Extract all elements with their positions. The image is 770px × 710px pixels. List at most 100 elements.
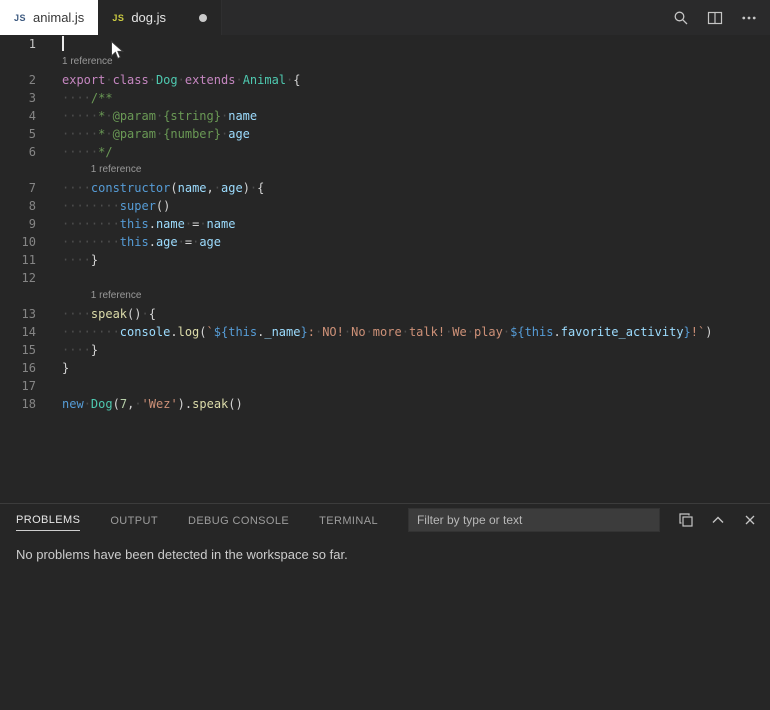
code-text[interactable]: ········this.age·=·age xyxy=(48,233,770,251)
code-token: · xyxy=(467,325,474,339)
code-token: ····· xyxy=(62,127,98,141)
code-token: } xyxy=(91,343,98,357)
code-token: age xyxy=(228,127,250,141)
code-token: { xyxy=(149,307,156,321)
line-number[interactable]: 1 xyxy=(0,35,48,53)
code-text[interactable]: ········console.log(`${this._name}:·NO!·… xyxy=(48,323,770,341)
code-token: { xyxy=(293,73,300,87)
code-token: _name xyxy=(264,325,300,339)
line-number[interactable]: 6 xyxy=(0,143,48,161)
panel-actions xyxy=(678,512,758,528)
tab-debug-console[interactable]: DEBUG CONSOLE xyxy=(188,510,289,531)
code-text[interactable] xyxy=(48,35,770,53)
codelens-link[interactable]: 1 reference xyxy=(48,53,770,71)
code-text[interactable]: ····} xyxy=(48,341,770,359)
overlapping-windows-icon[interactable] xyxy=(678,512,694,528)
code-token: /** xyxy=(91,91,113,105)
line-number[interactable]: 7 xyxy=(0,179,48,197)
line-number[interactable]: 4 xyxy=(0,107,48,125)
code-text[interactable]: ····/** xyxy=(48,89,770,107)
line-number[interactable] xyxy=(0,161,48,179)
code-token: No xyxy=(351,325,365,339)
line-number[interactable]: 11 xyxy=(0,251,48,269)
code-text[interactable]: new·Dog(7,·'Wez').speak() xyxy=(48,395,770,413)
code-text[interactable]: ········super() xyxy=(48,197,770,215)
tab-output[interactable]: OUTPUT xyxy=(110,510,158,531)
line-number[interactable]: 14 xyxy=(0,323,48,341)
code-token: : xyxy=(308,325,315,339)
codelens-link[interactable]: 1 reference xyxy=(48,287,770,305)
code-text[interactable] xyxy=(48,377,770,395)
vscode-window: JS animal.js JS dog.js xyxy=(0,0,770,710)
code-text[interactable] xyxy=(48,269,770,287)
code-row: 1 xyxy=(0,35,770,53)
code-row: 15····} xyxy=(0,341,770,359)
code-token: } xyxy=(62,361,69,375)
line-number[interactable]: 12 xyxy=(0,269,48,287)
line-number[interactable]: 17 xyxy=(0,377,48,395)
code-token: · xyxy=(199,217,206,231)
js-file-icon: JS xyxy=(112,13,124,23)
tab-terminal[interactable]: TERMINAL xyxy=(319,510,378,531)
unsaved-indicator-dot[interactable] xyxy=(199,14,207,22)
code-text[interactable]: ·····*/ xyxy=(48,143,770,161)
code-token: ····· xyxy=(62,145,98,159)
panel-header: PROBLEMS OUTPUT DEBUG CONSOLE TERMINAL xyxy=(0,504,770,536)
line-number[interactable]: 18 xyxy=(0,395,48,413)
code-editor[interactable]: 11 reference2export·class·Dog·extends·An… xyxy=(0,35,770,503)
more-actions-icon[interactable] xyxy=(741,10,757,26)
line-number[interactable]: 16 xyxy=(0,359,48,377)
line-number[interactable]: 15 xyxy=(0,341,48,359)
code-token: constructor xyxy=(91,181,170,195)
code-token: name xyxy=(228,109,257,123)
code-token: this xyxy=(120,235,149,249)
line-number[interactable]: 3 xyxy=(0,89,48,107)
code-token: · xyxy=(105,109,112,123)
code-token: · xyxy=(185,217,192,231)
split-editor-icon[interactable] xyxy=(707,10,723,26)
code-token: Dog xyxy=(156,73,178,87)
code-token: ${ xyxy=(214,325,228,339)
line-number[interactable]: 2 xyxy=(0,71,48,89)
close-icon[interactable] xyxy=(742,512,758,528)
code-token: ····· xyxy=(62,109,98,123)
code-row: 18new·Dog(7,·'Wez').speak() xyxy=(0,395,770,413)
js-file-icon: JS xyxy=(14,13,26,23)
line-number[interactable]: 10 xyxy=(0,233,48,251)
code-token: age xyxy=(199,235,221,249)
code-token: . xyxy=(149,217,156,231)
codelens-link[interactable]: 1 reference xyxy=(48,161,770,179)
line-number[interactable]: 8 xyxy=(0,197,48,215)
code-token: {string} xyxy=(163,109,221,123)
editor-tab-bar: JS animal.js JS dog.js xyxy=(0,0,770,35)
code-token: ) xyxy=(178,397,185,411)
code-token: { xyxy=(257,181,264,195)
tab-dog-js[interactable]: JS dog.js xyxy=(98,0,222,35)
code-text[interactable]: ········this.name·=·name xyxy=(48,215,770,233)
tab-problems[interactable]: PROBLEMS xyxy=(16,509,80,531)
code-text[interactable]: } xyxy=(48,359,770,377)
panel-body: No problems have been detected in the wo… xyxy=(0,536,770,573)
code-token: = xyxy=(185,235,192,249)
code-text[interactable]: ·····*·@param·{string}·name xyxy=(48,107,770,125)
code-text[interactable]: ····} xyxy=(48,251,770,269)
chevron-up-icon[interactable] xyxy=(710,512,726,528)
line-number[interactable]: 5 xyxy=(0,125,48,143)
code-text[interactable]: ····speak()·{ xyxy=(48,305,770,323)
code-text[interactable]: ····constructor(name,·age)·{ xyxy=(48,179,770,197)
code-token: age xyxy=(221,181,243,195)
line-number[interactable]: 9 xyxy=(0,215,48,233)
code-token: ! xyxy=(691,325,698,339)
line-number[interactable] xyxy=(0,287,48,305)
tab-animal-js[interactable]: JS animal.js xyxy=(0,0,98,35)
code-text[interactable]: ·····*·@param·{number}·age xyxy=(48,125,770,143)
code-token: ···· xyxy=(62,181,91,195)
problems-filter-input[interactable] xyxy=(408,508,660,532)
line-number[interactable] xyxy=(0,53,48,71)
code-token: We xyxy=(452,325,466,339)
code-token: ( xyxy=(199,325,206,339)
search-icon[interactable] xyxy=(673,10,689,26)
code-token: · xyxy=(105,127,112,141)
code-text[interactable]: export·class·Dog·extends·Animal·{ xyxy=(48,71,770,89)
line-number[interactable]: 13 xyxy=(0,305,48,323)
